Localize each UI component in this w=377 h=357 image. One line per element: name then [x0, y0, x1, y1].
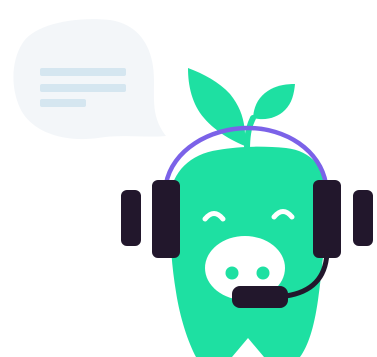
headset-right-cup: [313, 180, 341, 258]
speech-bubble-line-2: [40, 84, 126, 92]
speech-bubble-line-1: [40, 68, 126, 76]
pig-nostril-right: [256, 266, 270, 280]
headset-mic: [232, 286, 288, 308]
sprout-stem: [244, 115, 256, 153]
pig-nostril-left: [225, 266, 239, 280]
headset-right-cushion: [353, 190, 373, 246]
speech-bubble-line-3: [40, 99, 86, 107]
sprout-leaf-right: [253, 84, 295, 120]
pig-body: [169, 146, 326, 357]
illustration-stage: [0, 0, 377, 357]
speech-bubble-shape: [13, 19, 167, 140]
speech-bubble: [13, 19, 167, 140]
headset-left-cup: [152, 180, 180, 258]
headset-left-cushion: [121, 190, 141, 246]
pig-support-illustration: [13, 19, 373, 357]
